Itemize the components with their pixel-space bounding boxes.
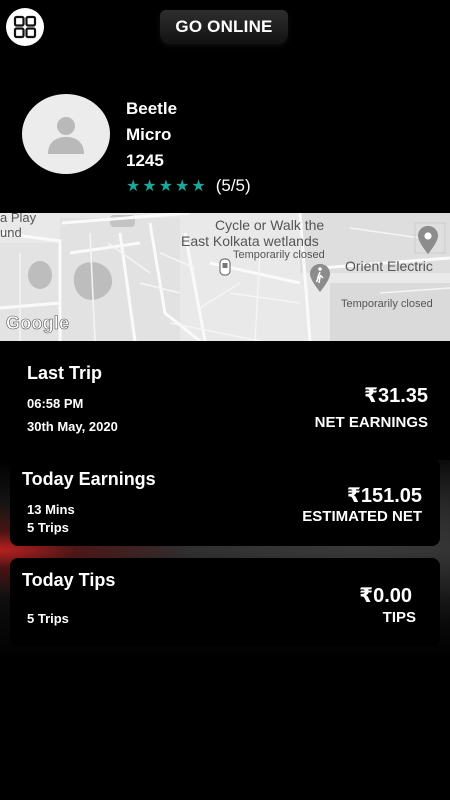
location-pin-icon[interactable]	[417, 225, 439, 255]
map-label-play-ground: a Play	[0, 213, 37, 225]
today-tips-amount: ₹0.00	[359, 585, 412, 607]
map[interactable]: a Play und Cycle or Walk the East Kolkat…	[0, 213, 450, 341]
map-label-temporarily-closed: Temporarily closed	[233, 249, 325, 261]
avatar[interactable]	[22, 94, 110, 174]
today-tips-card[interactable]: Today Tips 5 Trips ₹0.00 TIPS	[10, 558, 440, 646]
rating: ★★★★★ (5/5)	[126, 176, 251, 196]
last-trip-time: 06:58 PM	[27, 396, 84, 411]
last-trip-date: 30th May, 2020	[27, 419, 118, 434]
rating-stars: ★★★★★	[126, 178, 208, 195]
map-label-wetlands-2: East Kolkata wetlands	[181, 233, 319, 249]
today-earnings-amount: ₹151.05	[346, 485, 422, 507]
last-trip-amount: ₹31.35	[364, 385, 428, 407]
last-trip-card[interactable]: Last Trip 06:58 PM 30th May, 2020 ₹31.35…	[10, 353, 440, 449]
vehicle-type: Micro	[126, 125, 172, 144]
today-tips-title: Today Tips	[22, 570, 116, 590]
grid-icon	[13, 15, 37, 39]
map-label-orient-electric: Orient Electric	[345, 258, 433, 274]
map-label-wetlands: Cycle or Walk the	[215, 217, 325, 233]
go-online-button[interactable]: GO ONLINE	[160, 10, 288, 44]
rating-text: (5/5)	[215, 176, 251, 195]
menu-button[interactable]	[6, 8, 44, 46]
today-earnings-trips: 5 Trips	[27, 520, 69, 535]
map-label-temporarily-closed-2: Temporarily closed	[341, 298, 433, 310]
today-earnings-caption: ESTIMATED NET	[302, 508, 422, 525]
vehicle-number: 1245	[126, 151, 164, 170]
store-pin-icon[interactable]	[219, 258, 231, 276]
today-tips-caption: TIPS	[382, 609, 416, 626]
last-trip-caption: NET EARNINGS	[314, 414, 428, 431]
map-label-play-ground-2: und	[0, 225, 22, 240]
profile-info: Beetle Micro 1245 ★★★★★ (5/5)	[126, 96, 251, 196]
last-trip-title: Last Trip	[27, 363, 103, 383]
today-earnings-card[interactable]: Today Earnings 13 Mins 5 Trips ₹151.05 E…	[10, 458, 440, 546]
google-logo: Google	[6, 313, 70, 334]
person-icon	[48, 117, 84, 154]
today-tips-trips: 5 Trips	[27, 611, 69, 626]
driver-name: Beetle	[126, 99, 178, 118]
today-earnings-duration: 13 Mins	[27, 502, 75, 517]
today-earnings-title: Today Earnings	[22, 469, 156, 489]
hiking-pin-icon[interactable]	[309, 263, 331, 293]
